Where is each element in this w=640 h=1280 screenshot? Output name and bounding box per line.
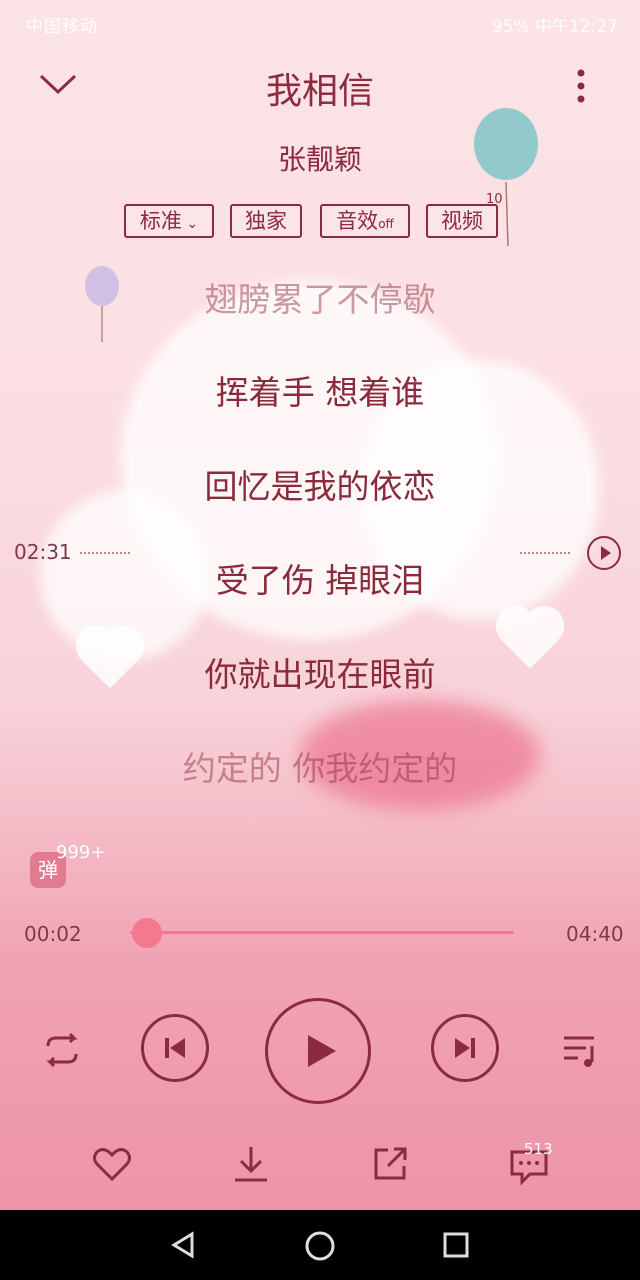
battery-level: 95% (491, 17, 530, 37)
lyric-line[interactable]: 翅膀累了不停歇 (0, 273, 640, 321)
play-icon (308, 1035, 336, 1067)
seek-guide-line (80, 552, 130, 554)
quality-tag[interactable]: 标准 ⌄ (124, 204, 214, 238)
video-label: 视频 (441, 209, 483, 233)
exclusive-label: 独家 (245, 209, 287, 233)
comments-count: 513 (524, 1140, 553, 1158)
quality-label: 标准 (139, 209, 182, 233)
skip-next-icon (455, 1038, 475, 1058)
next-button[interactable] (431, 1014, 499, 1082)
lyric-line[interactable]: 挥着手 想着谁 (0, 366, 640, 414)
favorite-heart-icon[interactable] (92, 1146, 132, 1182)
duration-time: 04:40 (566, 922, 624, 946)
seek-play-button[interactable] (587, 536, 621, 570)
sound-effect-label: 音效 (336, 209, 379, 233)
playlist-icon[interactable] (560, 1030, 600, 1070)
progress-track[interactable] (130, 931, 514, 934)
home-circle-icon[interactable] (304, 1230, 336, 1262)
video-tag[interactable]: 视频 (426, 204, 498, 238)
lyric-line[interactable]: 约定的 你我约定的 (0, 742, 640, 790)
carrier-label: 中国移动 (26, 17, 98, 37)
current-time: 00:02 (24, 922, 82, 946)
system-nav-bar (0, 1210, 640, 1280)
seek-time-label: 02:31 (14, 540, 72, 564)
seek-guide-line (520, 552, 570, 554)
exclusive-tag[interactable]: 独家 (230, 204, 302, 238)
status-bar: 中国移动 95% 中午12:27 (0, 0, 640, 44)
danmu-count: 999+ (56, 842, 106, 863)
video-badge: 10 (486, 192, 503, 207)
lyric-line[interactable]: 受了伤 掉眼泪 (0, 554, 640, 602)
back-triangle-icon[interactable] (168, 1230, 198, 1260)
play-icon (601, 546, 611, 560)
play-button[interactable] (265, 998, 371, 1104)
more-options-icon[interactable] (572, 68, 590, 108)
sound-effect-state: off (378, 217, 394, 231)
skip-previous-icon (165, 1038, 185, 1058)
artist-name[interactable]: 张靓颖 (0, 138, 640, 178)
chevron-down-icon: ⌄ (181, 216, 199, 232)
download-icon[interactable] (231, 1144, 271, 1184)
previous-button[interactable] (141, 1014, 209, 1082)
clock: 中午12:27 (535, 17, 618, 37)
repeat-icon[interactable] (40, 1030, 84, 1070)
lyric-line[interactable]: 回忆是我的依恋 (0, 460, 640, 508)
danmu-icon-label: 弹 (38, 858, 58, 882)
progress-knob[interactable] (132, 918, 162, 948)
recents-square-icon[interactable] (441, 1230, 471, 1260)
share-icon[interactable] (370, 1144, 410, 1184)
sound-effect-tag[interactable]: 音效off (320, 204, 410, 238)
lyric-line[interactable]: 你就出现在眼前 (0, 648, 640, 696)
song-title: 我相信 (265, 71, 374, 112)
